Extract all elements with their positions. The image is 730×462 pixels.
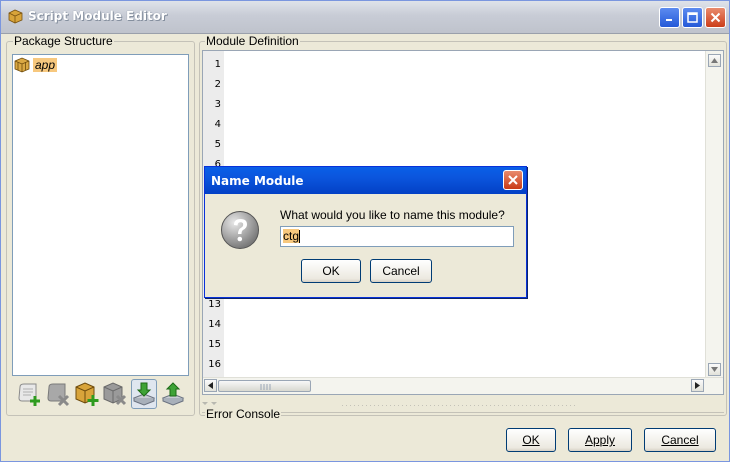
dialog-ok-label: OK [322, 264, 340, 278]
dialog-close-button[interactable] [503, 170, 523, 190]
name-module-dialog: Name Module What would you like to name … [204, 166, 527, 298]
line-number: 13 [208, 299, 221, 310]
tree-item-app[interactable]: app [14, 56, 58, 74]
minimize-icon [666, 19, 672, 21]
dialog-cancel-button[interactable]: Cancel [370, 259, 432, 283]
apply-button[interactable]: Apply [568, 428, 632, 452]
export-icon [161, 382, 185, 406]
dialog-title: Name Module [211, 174, 304, 188]
line-number: 1 [214, 59, 221, 70]
module-name-input[interactable]: ctg [280, 226, 514, 247]
horizontal-scrollbar[interactable] [203, 377, 723, 394]
line-number: 15 [208, 339, 221, 350]
line-number: 2 [214, 79, 221, 90]
package-tree[interactable]: app [12, 54, 189, 376]
add-script-icon [18, 383, 40, 406]
text-caret [299, 230, 301, 244]
arrow-up-icon [711, 58, 718, 63]
maximize-button[interactable] [682, 7, 703, 28]
scroll-left-button[interactable] [204, 379, 217, 392]
package-structure-label: Package Structure [13, 34, 114, 48]
title-bar[interactable]: Script Module Editor [1, 1, 729, 34]
close-button[interactable] [705, 7, 726, 28]
ok-button-label: OK [522, 433, 540, 447]
tree-item-label: app [33, 58, 58, 72]
minimize-button[interactable] [659, 7, 680, 28]
export-button[interactable] [160, 379, 186, 409]
error-console-label: Error Console [205, 407, 282, 421]
dialog-message: What would you like to name this module? [280, 208, 505, 222]
add-script-button[interactable] [16, 379, 42, 409]
line-number: 4 [214, 119, 221, 130]
line-number: 14 [208, 319, 221, 330]
vertical-scrollbar[interactable] [705, 51, 723, 378]
dialog-title-bar[interactable]: Name Module [205, 167, 526, 194]
remove-package-icon [103, 382, 127, 406]
import-icon [132, 382, 156, 406]
grip-icon [260, 384, 271, 390]
package-icon [14, 57, 30, 73]
package-icon [8, 9, 23, 24]
dialog-ok-button[interactable]: OK [301, 259, 361, 283]
ok-button[interactable]: OK [506, 428, 556, 452]
apply-button-label: Apply [584, 433, 616, 447]
remove-script-button[interactable] [45, 379, 71, 409]
module-definition-label: Module Definition [205, 34, 300, 48]
import-button[interactable] [131, 379, 157, 409]
remove-script-icon [47, 383, 70, 407]
line-number: 16 [208, 359, 221, 370]
script-module-editor-window: Script Module Editor Package Structure a… [0, 0, 730, 462]
maximize-icon [687, 12, 698, 23]
scroll-down-button[interactable] [708, 363, 721, 376]
scroll-right-button[interactable] [691, 379, 704, 392]
question-icon [221, 211, 259, 249]
arrow-left-icon [208, 382, 213, 389]
close-icon [508, 175, 518, 185]
module-name-input-value: ctg [283, 229, 300, 243]
add-package-button[interactable] [74, 379, 100, 409]
window-title: Script Module Editor [28, 9, 167, 23]
horizontal-scroll-thumb[interactable] [218, 380, 311, 392]
cancel-button[interactable]: Cancel [644, 428, 716, 452]
splitter[interactable] [202, 398, 724, 406]
line-number: 3 [214, 99, 221, 110]
close-icon [710, 12, 721, 23]
cancel-button-label: Cancel [661, 433, 699, 447]
dialog-cancel-label: Cancel [382, 264, 420, 278]
arrow-down-icon [711, 367, 718, 372]
remove-package-button[interactable] [102, 379, 128, 409]
scroll-up-button[interactable] [708, 54, 721, 67]
arrow-right-icon [695, 382, 700, 389]
line-number: 5 [214, 139, 221, 150]
add-package-icon [75, 382, 99, 406]
